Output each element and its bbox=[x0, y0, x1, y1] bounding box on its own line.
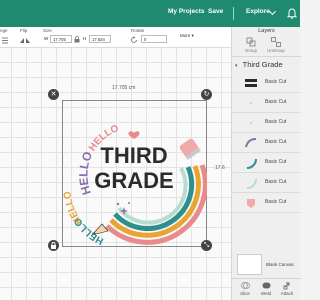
width-prefix: W bbox=[44, 36, 49, 41]
more-menu[interactable]: More ▾ bbox=[180, 33, 194, 39]
edit-toolbar: nge Flip Size W 17.705 H 17.634 Rotate 0… bbox=[0, 27, 231, 48]
blank-thumb-icon bbox=[250, 102, 252, 104]
layer-item[interactable]: Basic Cut bbox=[232, 93, 301, 113]
group-icon bbox=[246, 37, 256, 47]
ungroup-button[interactable]: UnGroup bbox=[264, 37, 288, 53]
layer-item[interactable]: Basic Cut bbox=[232, 173, 301, 193]
top-bar: My Projects Save Explore bbox=[0, 0, 300, 27]
layer-item[interactable]: Basic Cut bbox=[232, 193, 301, 213]
svg-text:HELLO: HELLO bbox=[76, 150, 95, 197]
rotate-icon bbox=[131, 36, 137, 43]
scale-icon[interactable]: ⤡ bbox=[201, 240, 212, 251]
blank-canvas-swatch[interactable] bbox=[237, 254, 262, 275]
panel-tools: Group UnGroup bbox=[232, 35, 301, 57]
topbar-divider bbox=[233, 7, 234, 20]
weld-label: Weld bbox=[260, 291, 272, 296]
my-projects-link[interactable]: My Projects bbox=[168, 8, 205, 15]
blank-thumb-icon bbox=[250, 122, 252, 124]
explore-dropdown[interactable]: Explore bbox=[246, 8, 270, 15]
group-button[interactable]: Group bbox=[239, 37, 263, 53]
third-grade-artwork[interactable]: HELLO HELLO HELLO HELLO THIRD GRADE bbox=[62, 100, 207, 247]
lock-handle-icon[interactable] bbox=[48, 240, 59, 251]
linetype-label: nge bbox=[0, 28, 8, 33]
flip-icon[interactable] bbox=[19, 37, 31, 44]
layer-label: Basic Cut bbox=[265, 159, 287, 165]
group-label: Group bbox=[245, 48, 257, 53]
bell-icon[interactable] bbox=[287, 8, 297, 19]
chevron-down-icon[interactable]: ▾ bbox=[235, 63, 238, 69]
flip-label: Flip bbox=[20, 28, 28, 33]
layer-item[interactable]: Basic Cut bbox=[232, 113, 301, 133]
slice-icon bbox=[240, 282, 250, 289]
height-dimension: 17.6 bbox=[215, 165, 225, 171]
art-line-grade: GRADE bbox=[94, 168, 173, 193]
weld-button[interactable]: Weld bbox=[256, 281, 276, 296]
linetype-icon[interactable] bbox=[2, 37, 10, 44]
close-icon[interactable]: ✕ bbox=[48, 89, 59, 100]
layer-group-header[interactable]: ▾ Third Grade bbox=[235, 60, 299, 70]
text-thumb-icon bbox=[245, 79, 257, 87]
layers-panel: Layers Group UnGroup ▾ Third Grade Basic… bbox=[231, 27, 301, 300]
ungroup-label: UnGroup bbox=[267, 48, 285, 53]
lock-icon[interactable] bbox=[74, 36, 80, 43]
rotate-label: Rotate bbox=[131, 28, 145, 33]
chevron-down-icon[interactable] bbox=[268, 7, 277, 16]
hello-thumb-icon bbox=[245, 138, 257, 148]
pencil-thumb-icon bbox=[247, 199, 255, 208]
pencil-eraser bbox=[179, 138, 201, 160]
panel-bottom-bar: Blank Canvas Slice Weld Attach bbox=[232, 254, 301, 300]
height-prefix: H bbox=[83, 36, 87, 41]
layer-label: Basic Cut bbox=[265, 179, 287, 185]
arc-thumb-icon bbox=[246, 178, 257, 189]
rotate-field[interactable]: 0 bbox=[141, 35, 167, 43]
slice-button[interactable]: Slice bbox=[235, 281, 255, 296]
layer-label: Basic Cut bbox=[265, 119, 287, 125]
design-canvas[interactable]: 17.705 cm 17.6 HELLO HELLO HELLO HELLO T… bbox=[0, 48, 231, 300]
slice-label: Slice bbox=[240, 291, 250, 296]
blank-canvas-label: Blank Canvas bbox=[266, 262, 294, 267]
layer-item[interactable]: Basic Cut bbox=[232, 73, 301, 93]
layer-group-name: Third Grade bbox=[242, 60, 283, 69]
attach-label: Attach bbox=[280, 291, 294, 296]
layer-item[interactable]: Basic Cut bbox=[232, 153, 301, 173]
rotate-handle-icon[interactable]: ↻ bbox=[201, 89, 212, 100]
size-label: Size bbox=[43, 28, 52, 33]
panel-title: Layers bbox=[258, 28, 275, 34]
arc-thumb-icon bbox=[246, 158, 257, 169]
ungroup-icon bbox=[271, 37, 281, 47]
attach-button[interactable]: Attach bbox=[277, 281, 297, 296]
layer-label: Basic Cut bbox=[265, 199, 287, 205]
layer-item[interactable]: Basic Cut bbox=[232, 133, 301, 153]
width-field[interactable]: 17.705 bbox=[50, 35, 72, 43]
attach-icon bbox=[283, 282, 289, 290]
save-button[interactable]: Save bbox=[208, 8, 223, 15]
width-dimension: 17.705 cm bbox=[112, 85, 136, 91]
layer-label: Basic Cut bbox=[265, 79, 287, 85]
layer-label: Basic Cut bbox=[265, 99, 287, 105]
height-field[interactable]: 17.634 bbox=[89, 35, 111, 43]
layer-label: Basic Cut bbox=[265, 139, 287, 145]
art-line-third: THIRD bbox=[100, 143, 167, 168]
weld-icon bbox=[262, 282, 270, 289]
